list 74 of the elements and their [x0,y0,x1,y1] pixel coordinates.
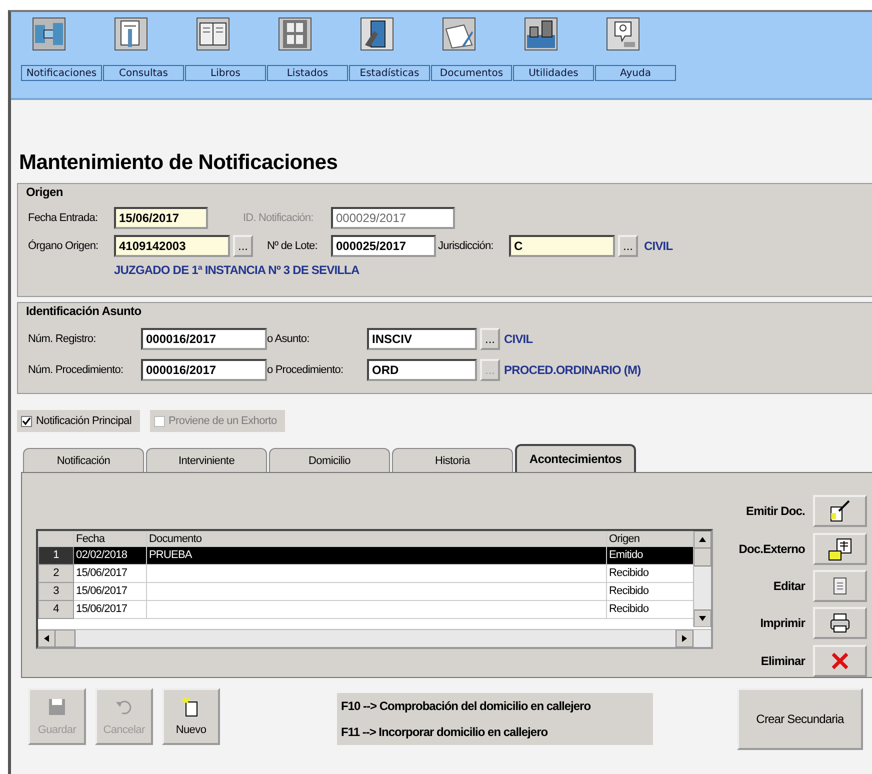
type-name: CIVIL [504,332,533,346]
action-button[interactable] [813,532,867,565]
row-number: 2 [38,564,74,582]
secondary-button[interactable]: Crear Secundaria [737,688,863,750]
check-icon [22,416,31,426]
lookup-button[interactable]: ... [480,328,500,350]
menu-button[interactable]: Notificaciones [21,65,102,81]
page-title: Mantenimiento de Notificaciones [19,151,339,175]
table-cell: 15/06/2017 [74,564,146,582]
jurisdiction-name: CIVIL [644,239,673,253]
hint-text: F11 --> Incorporar domicilio en callejero [341,725,549,739]
number-field[interactable]: 000016/2017 [141,328,267,350]
row-number: 4 [38,600,74,618]
table-cell: 15/06/2017 [74,582,146,600]
action-button[interactable] [813,570,867,602]
menu-button[interactable]: Consultas [103,65,184,81]
tab[interactable]: Domicilio [269,448,390,472]
action-label: Editar [773,579,805,594]
action-button[interactable] [813,607,867,640]
action-label: Imprimir [760,616,805,630]
type-field[interactable]: ORD [367,358,477,380]
table-cell: 15/06/2017 [74,600,146,618]
toolbar-button[interactable]: Nuevo [162,688,220,745]
paper-icon[interactable] [442,17,476,51]
help-icon[interactable] [606,17,640,51]
action-label: Doc.Externo [738,542,805,556]
row-number: 1 [38,546,74,564]
menu-button[interactable]: Libros [185,65,266,81]
tab[interactable]: Interviniente [146,448,267,472]
tab[interactable]: Acontecimientos [515,444,636,472]
group-title: Identificación Asunto [26,304,142,318]
table-cell: PRUEBA [146,546,606,564]
folder-document-icon [827,536,853,561]
type-name: PROCED.ORDINARIO (M) [504,362,641,376]
tab[interactable]: Notificación [23,448,144,472]
group-title: Origen [26,185,63,199]
field-label: o Asunto: [267,332,310,344]
code-field[interactable]: C [509,235,615,257]
menu-button[interactable]: Utilidades [513,65,594,81]
batch-field[interactable]: 000025/2017 [331,235,436,257]
column-header: Documento [146,532,606,546]
field-label: Núm. Registro: [28,332,97,344]
lookup-button[interactable]: ... [618,235,638,257]
court-name: JUZGADO DE 1ª INSTANCIA Nº 3 DE SEVILLA [114,263,360,277]
tab[interactable]: Historia [392,448,513,472]
row-number: 3 [38,582,74,600]
table-row[interactable]: 1 02/02/2018 PRUEBA Emitido [38,546,696,564]
date-field[interactable]: 15/06/2017 [114,207,208,229]
menu-button[interactable]: Documentos [431,65,512,81]
code-field[interactable]: 4109142003 [114,235,230,257]
field-label: o Procedimiento: [267,364,344,376]
field-label: Órgano Origen: [28,240,100,252]
lookup-button[interactable]: ... [233,235,253,257]
hint-text: F10 --> Comprobación del domicilio en callejero [341,699,592,713]
field-label: Nº de Lote: [267,240,318,252]
field-label: Jurisdicción: [438,240,494,252]
action-label: Emitir Doc. [746,504,805,518]
number-field[interactable]: 000016/2017 [141,358,267,380]
vertical-scrollbar[interactable] [693,531,711,627]
book-icon[interactable] [196,17,230,51]
type-field[interactable]: INSCIV [367,328,477,350]
field-label: ID. Notificación: [243,212,314,224]
table-cell: 02/02/2018 [74,546,146,564]
field-label: Núm. Procedimiento: [28,364,124,376]
action-button[interactable] [813,495,867,528]
horizontal-scrollbar[interactable] [38,629,711,647]
menu-button[interactable]: Estadísticas [349,65,430,81]
checkbox[interactable]: Notificación Principal [17,410,140,432]
floppy-icon [47,697,67,718]
action-label: Eliminar [760,654,805,668]
menu-button[interactable]: Ayuda [595,65,676,81]
column-header: Fecha [74,532,146,546]
menu-button[interactable]: Listados [267,65,348,81]
field-label: Fecha Entrada: [28,212,99,224]
